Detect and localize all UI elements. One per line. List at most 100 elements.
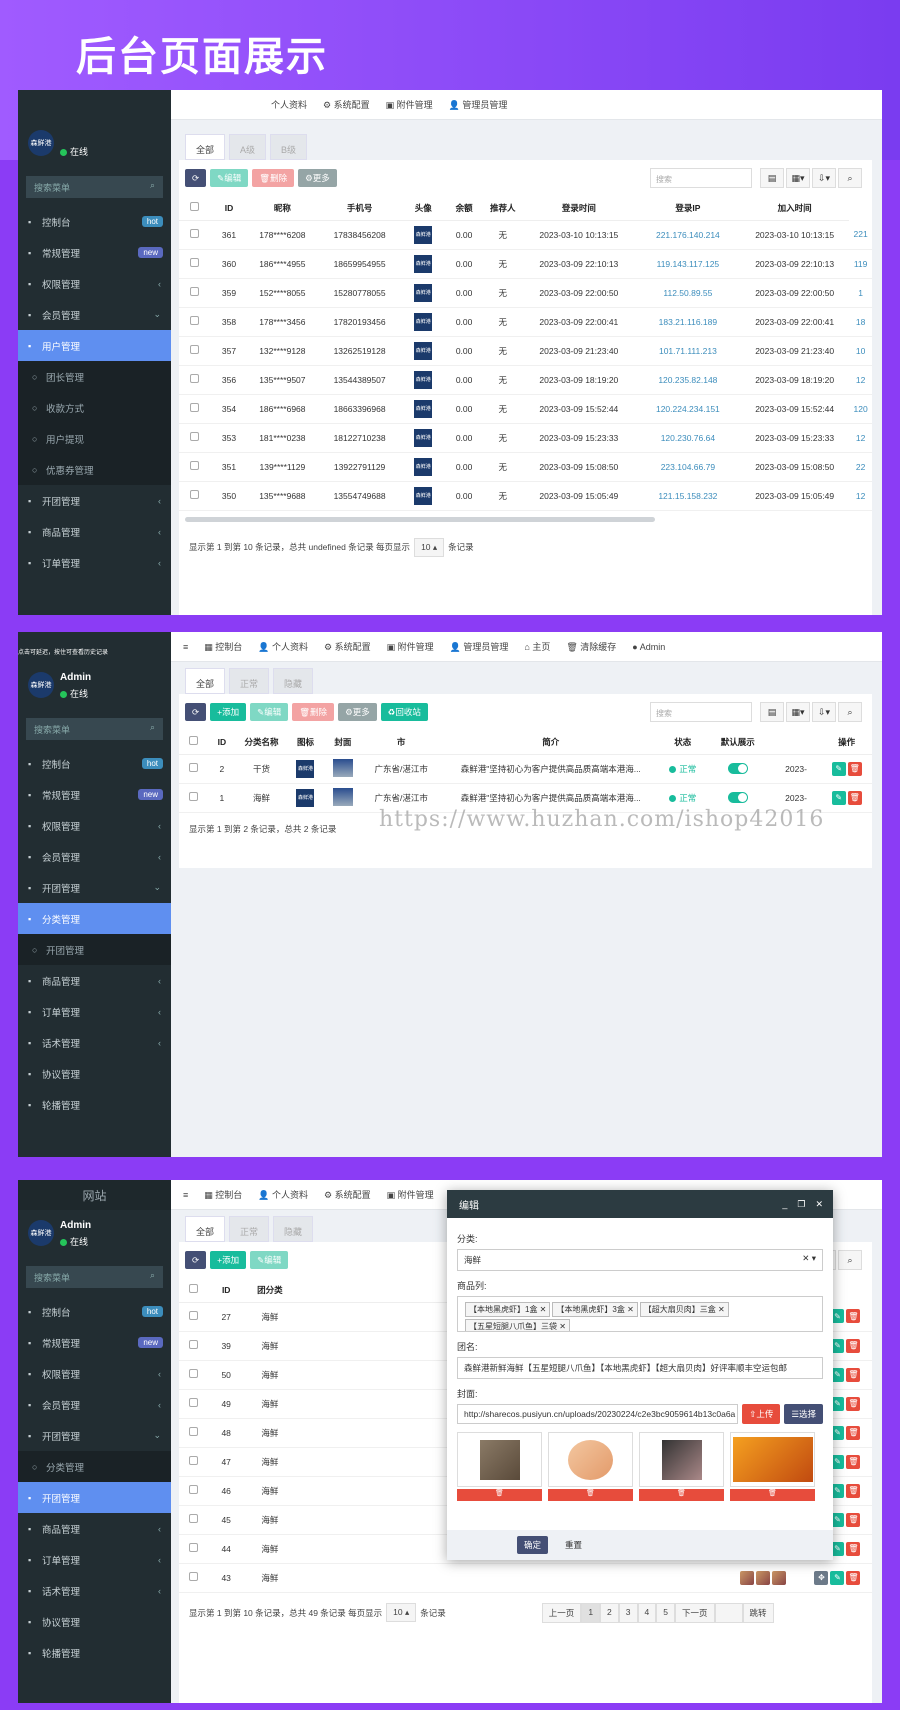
delete-icon[interactable]: 🗑 (846, 1483, 861, 1498)
page-button-4[interactable]: 4 (637, 1602, 657, 1623)
row-checkbox[interactable] (179, 783, 208, 813)
tab-2[interactable]: 隐藏 (273, 1216, 314, 1242)
delete-button[interactable]: 🗑 删除 (292, 703, 335, 721)
delete-icon[interactable]: 🗑 (846, 1367, 861, 1382)
select-all-checkbox[interactable] (179, 196, 211, 221)
delete-image-button[interactable]: 🗑 (730, 1489, 815, 1501)
sidebar-item-11[interactable]: ▪ 轮播管理 (18, 1089, 171, 1120)
nav-config[interactable]: ⚙ 系统配置 (323, 98, 370, 111)
clear-dropdown-icon[interactable]: ✕ ▾ (802, 1253, 816, 1264)
row-checkbox[interactable] (179, 307, 211, 337)
delete-icon[interactable]: 🗑 (846, 1309, 861, 1324)
sidebar-item-9[interactable]: ▪ 开团管理 ‹ (18, 485, 171, 516)
page-button-7[interactable]: 跳转 (742, 1602, 774, 1623)
tab-0[interactable]: 全部 (185, 1216, 226, 1242)
nav-item-0[interactable]: ▦ 控制台 (204, 640, 242, 653)
delete-image-button[interactable]: 🗑 (548, 1489, 633, 1501)
delete-icon[interactable]: 🗑 (846, 1396, 861, 1411)
sidebar-item-6[interactable]: ○ 收款方式 (18, 392, 171, 423)
products-multiselect[interactable]: 【本地黑虎虾】1盒 ✕ 【本地黑虎虾】3盒 ✕ 【超大扇贝肉】三盒 ✕【五星短腿八爪… (457, 1296, 823, 1332)
sidebar-item-1[interactable]: ▪ 常规管理 new (18, 779, 171, 810)
page-button-6[interactable]: 下一页 (674, 1602, 715, 1623)
page-size-select[interactable]: 10 ▴ (386, 1603, 417, 1622)
sidebar-item-5[interactable]: ○ 团长管理 (18, 361, 171, 392)
row-checkbox[interactable] (179, 1389, 209, 1419)
nav-item-3[interactable]: ▣ 附件管理 (387, 640, 434, 653)
sidebar-item-4[interactable]: ▪ 开团管理 ⌄ (18, 1420, 171, 1451)
delete-icon[interactable]: 🗑 (846, 1425, 861, 1440)
row-checkbox[interactable] (179, 1302, 209, 1332)
delete-icon[interactable]: 🗑 (847, 761, 862, 776)
sidebar-item-11[interactable]: ▪ 轮播管理 (18, 1637, 171, 1668)
reset-button[interactable]: 重置 (558, 1536, 589, 1554)
sidebar-item-3[interactable]: ▪ 会员管理 ⌄ (18, 299, 171, 330)
delete-button[interactable]: 🗑 删除 (252, 169, 295, 187)
table-row[interactable]: 358 178****3456 17820193456 森鲜港 0.00 无 2023-03… (179, 307, 872, 337)
sidebar-item-7[interactable]: ○ 用户提现 (18, 423, 171, 454)
remove-tag-icon[interactable]: ✕ (537, 1305, 547, 1314)
page-button-2[interactable]: 2 (600, 1602, 619, 1623)
nav-item-6[interactable]: 🗑 清除缓存 (566, 640, 616, 653)
row-checkbox[interactable] (179, 1534, 209, 1564)
row-checkbox[interactable] (179, 1331, 209, 1361)
confirm-button[interactable]: 确定 (517, 1536, 549, 1554)
remove-tag-icon[interactable]: ✕ (625, 1305, 634, 1314)
nav-item-3[interactable]: ▣ 附件管理 (387, 1188, 434, 1201)
edit-button[interactable]: ✎ 编辑 (210, 169, 249, 187)
table-row[interactable]: 350 135****9688 13554749688 森鲜港 0.00 无 2023-03… (179, 481, 872, 511)
toggle-view-icon[interactable]: ▤ (760, 168, 784, 188)
choose-button[interactable]: ☰ 选择 (784, 1404, 823, 1424)
columns-icon[interactable]: ▦▾ (786, 168, 810, 188)
table-row[interactable]: 353 181****0238 18122710238 森鲜港 0.00 无 2023-03… (179, 423, 872, 453)
edit-icon[interactable]: ✎ (831, 790, 846, 805)
export-icon[interactable]: ⇩▾ (812, 168, 836, 188)
page-size-select[interactable]: 10 ▴ (414, 537, 445, 557)
sidebar-item-2[interactable]: ▪ 权限管理 ‹ (18, 268, 171, 299)
table-search-input[interactable]: 搜索 (650, 168, 752, 188)
product-tag[interactable]: 【本地黑虎虾】3盒 ✕ (552, 1302, 638, 1317)
delete-image-button[interactable]: 🗑 (639, 1489, 724, 1501)
tab-0[interactable]: 全部 (185, 668, 226, 694)
more-button[interactable]: ⚙ 更多 (338, 703, 377, 721)
toggle-view-icon[interactable]: ▤ (760, 702, 784, 722)
row-checkbox[interactable] (179, 365, 211, 395)
sidebar-item-10[interactable]: ▪ 协议管理 (18, 1606, 171, 1637)
sidebar-item-2[interactable]: ▪ 权限管理 ‹ (18, 1358, 171, 1389)
delete-icon[interactable]: 🗑 (846, 1570, 861, 1585)
sidebar-item-7[interactable]: ▪ 商品管理 ‹ (18, 1513, 171, 1544)
sidebar-item-8[interactable]: ▪ 订单管理 ‹ (18, 1544, 171, 1575)
search-icon[interactable]: ⌕ (838, 1250, 862, 1270)
table-row[interactable]: 361 178****6208 17838456208 森鲜港 0.00 无 2023-03… (179, 220, 872, 250)
nav-item-2[interactable]: ⚙ 系统配置 (324, 640, 371, 653)
page-button-3[interactable]: 3 (618, 1602, 638, 1623)
row-checkbox[interactable] (179, 1563, 209, 1593)
product-tag[interactable]: 【本地黑虎虾】1盒 ✕ (465, 1302, 551, 1317)
row-checkbox[interactable] (179, 1360, 209, 1390)
tab-2[interactable]: B级 (270, 134, 308, 160)
table-row[interactable]: 359 152****8055 15280778055 森鲜港 0.00 无 2023-03… (179, 278, 872, 308)
product-tag[interactable]: 【超大扇贝肉】三盒 ✕ (639, 1302, 729, 1317)
delete-icon[interactable]: 🗑 (847, 790, 862, 805)
delete-icon[interactable]: 🗑 (846, 1454, 861, 1469)
select-all-checkbox[interactable] (179, 1278, 209, 1303)
sidebar-item-7[interactable]: ▪ 商品管理 ‹ (18, 965, 171, 996)
tab-1[interactable]: 正常 (229, 1216, 270, 1242)
row-checkbox[interactable] (179, 278, 211, 308)
table-row[interactable]: 351 139****1129 13922791129 森鲜港 0.00 无 2023-03… (179, 452, 872, 482)
sidebar-item-11[interactable]: ▪ 订单管理 ‹ (18, 547, 171, 578)
remove-tag-icon[interactable]: ✕ (716, 1305, 725, 1314)
more-button[interactable]: ⚙ 更多 (298, 169, 337, 187)
row-checkbox[interactable] (179, 452, 211, 482)
nav-item-1[interactable]: 👤 个人资料 (258, 1188, 308, 1201)
nav-item-0[interactable]: ▦ 控制台 (204, 1188, 242, 1201)
search-icon[interactable]: ⌕ (838, 168, 862, 188)
refresh-button[interactable]: ⟳ (185, 703, 207, 721)
sidebar-item-1[interactable]: ▪ 常规管理 new (18, 237, 171, 268)
row-checkbox[interactable] (179, 481, 211, 511)
sidebar-search-input[interactable]: 搜索菜单 ⌕ (26, 176, 163, 198)
delete-icon[interactable]: 🗑 (846, 1541, 861, 1556)
row-checkbox[interactable] (179, 1476, 209, 1506)
row-checkbox[interactable] (179, 423, 211, 453)
nav-attachments[interactable]: ▣ 附件管理 (386, 98, 433, 111)
nav-profile[interactable]: 个人资料 (271, 98, 307, 111)
